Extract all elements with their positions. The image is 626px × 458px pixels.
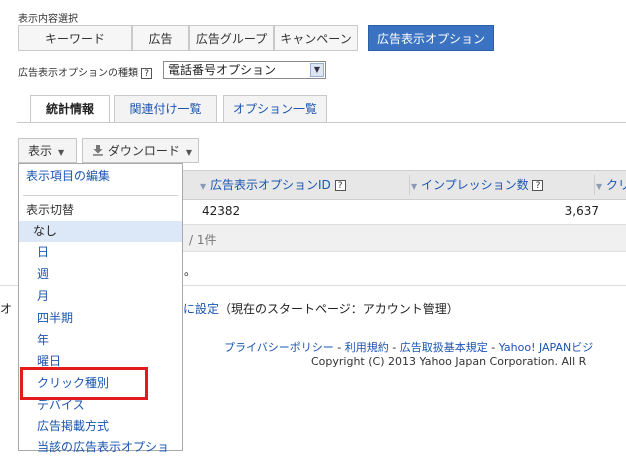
menu-section-display-switch: 表示切替 xyxy=(26,203,75,217)
option-type-select[interactable]: 電話番号オプション ▼ xyxy=(163,61,326,79)
menu-item-ad-placement[interactable]: 広告掲載方式 xyxy=(19,416,182,437)
column-divider xyxy=(594,175,595,195)
footer-separator: - xyxy=(333,341,345,354)
menu-item-day[interactable]: 日 xyxy=(19,242,182,263)
subtab-association-list[interactable]: 関連付け一覧 xyxy=(114,95,217,122)
menu-item-month[interactable]: 月 xyxy=(19,286,182,307)
column-label: インプレッション数 xyxy=(420,178,529,192)
help-icon[interactable]: ? xyxy=(334,180,346,191)
menu-divider xyxy=(23,195,178,196)
option-type-label: 広告表示オプションの種類 xyxy=(18,68,138,79)
note-text: 。 xyxy=(184,264,197,278)
column-header-clicks[interactable]: ▼ クリ xyxy=(596,171,626,199)
sort-icon: ▼ xyxy=(596,182,603,191)
tab-ad-display-option[interactable]: 広告表示オプション xyxy=(368,25,494,51)
display-select-label: 表示内容選択 xyxy=(18,14,78,25)
chevron-down-icon: ▼ xyxy=(310,63,324,77)
start-page-setting: に設定（現在のスタートページ：アカウント管理） xyxy=(183,300,459,317)
privacy-link[interactable]: プライバシーポリシー xyxy=(224,341,334,354)
menu-item-quarter[interactable]: 四半期 xyxy=(19,308,182,329)
download-icon xyxy=(93,145,103,156)
table-header: ▼ 広告表示オプションID ? ▼ インプレッション数 ? ▼ クリ xyxy=(183,170,626,200)
subtab-stats[interactable]: 統計情報 xyxy=(30,95,110,123)
option-type-value: 電話番号オプション xyxy=(168,63,277,77)
copyright: Copyright (C) 2013 Yahoo Japan Corporati… xyxy=(311,355,587,368)
ad-terms-link[interactable]: 広告取扱基本規定 xyxy=(400,341,488,354)
column-header-option-id[interactable]: ▼ 広告表示オプションID ? xyxy=(200,171,346,199)
caret-down-icon: ▼ xyxy=(185,148,192,157)
cell-option-id: 42382 xyxy=(202,204,241,218)
set-start-page-link[interactable]: に設定 xyxy=(183,302,219,316)
current-start-page: （現在のスタートページ：アカウント管理） xyxy=(219,302,459,316)
caret-down-icon: ▼ xyxy=(58,148,65,157)
terms-link[interactable]: 利用規約 xyxy=(345,341,389,354)
tab-ad-group[interactable]: 広告グループ xyxy=(189,25,274,51)
menu-item-ad-display-option[interactable]: 当該の広告表示オプショ xyxy=(19,437,182,458)
menu-item-year[interactable]: 年 xyxy=(19,330,182,351)
option-type-label-wrap: 広告表示オプションの種類 ? xyxy=(18,64,153,79)
column-divider xyxy=(409,175,410,195)
highlight-box xyxy=(20,367,148,400)
help-icon[interactable]: ? xyxy=(141,67,153,79)
column-header-impressions[interactable]: ▼ インプレッション数 ? xyxy=(411,171,544,199)
download-dropdown-button[interactable]: ダウンロード ▼ xyxy=(82,138,199,163)
download-label: ダウンロード xyxy=(107,144,180,158)
table-footer: / 1件 xyxy=(183,225,626,252)
menu-item-week[interactable]: 週 xyxy=(19,264,182,285)
column-label: 広告表示オプションID xyxy=(209,178,331,192)
menu-item-none[interactable]: なし xyxy=(19,221,182,242)
cell-impressions: 3,637 xyxy=(564,204,599,218)
help-icon[interactable]: ? xyxy=(532,180,544,191)
start-page-fragment: オ xyxy=(0,302,13,316)
tab-ad[interactable]: 広告 xyxy=(132,25,189,51)
row-count: / 1件 xyxy=(189,233,217,247)
display-dropdown-menu: 表示項目の編集 表示切替 なし 日 週 月 四半期 年 曜日 クリック種別 デバ… xyxy=(18,163,183,454)
sort-icon: ▼ xyxy=(200,182,207,191)
sort-icon: ▼ xyxy=(411,182,418,191)
footer-separator: - xyxy=(487,341,499,354)
display-label: 表示 xyxy=(28,144,53,158)
footer-separator: - xyxy=(388,341,400,354)
footer-links: プライバシーポリシー - 利用規約 - 広告取扱基本規定 - Yahoo! JA… xyxy=(224,339,593,355)
subtab-option-list[interactable]: オプション一覧 xyxy=(223,95,327,122)
tab-keyword[interactable]: キーワード xyxy=(18,25,132,51)
display-dropdown-button[interactable]: 表示 ▼ xyxy=(18,138,77,163)
tab-divider xyxy=(17,122,626,123)
yahoo-business-link[interactable]: Yahoo! JAPANビジ xyxy=(499,341,594,354)
tab-campaign[interactable]: キャンペーン xyxy=(274,25,358,51)
table-row: 42382 3,637 xyxy=(183,199,626,225)
column-label: クリ xyxy=(605,178,626,192)
menu-edit-display-items[interactable]: 表示項目の編集 xyxy=(19,166,182,187)
